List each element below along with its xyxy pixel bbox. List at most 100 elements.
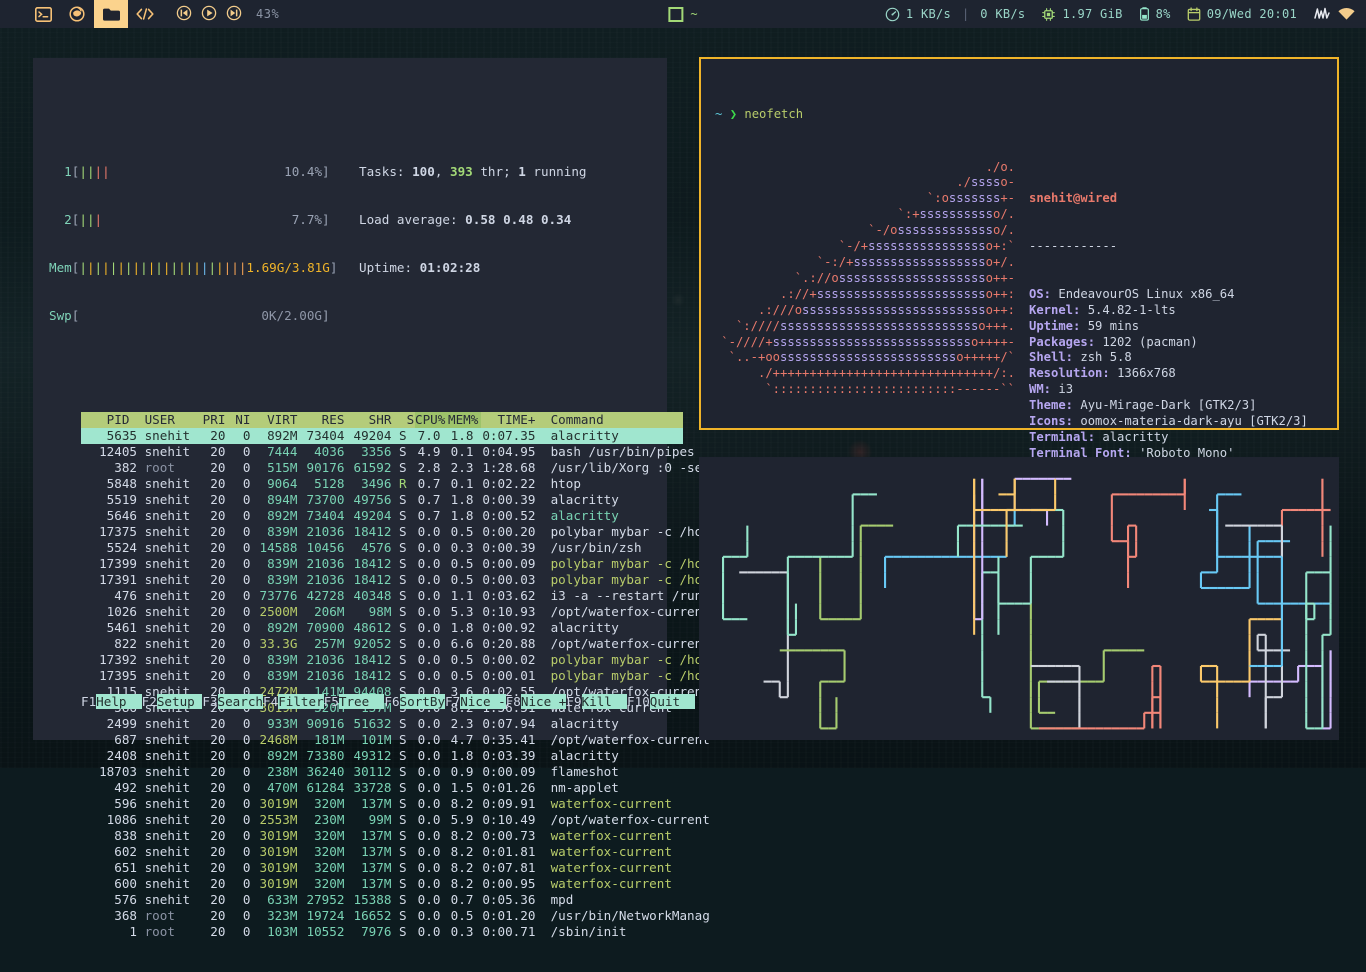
table-row[interactable]: 838 snehit 20 0 3019M 320M 137M S 0.0 8.2 … — [81, 828, 683, 844]
column-header-user[interactable]: USER — [137, 412, 200, 428]
cell-res: 27952 — [306, 892, 352, 907]
fkey-label-search[interactable]: Search — [217, 694, 264, 709]
fkey-number-f6: F6 — [384, 694, 400, 709]
cell-ni: 0 — [242, 748, 258, 763]
column-header-res[interactable]: RES — [305, 412, 352, 428]
neofetch-terminal-window[interactable]: ~ ❯ neofetch ./o. ./sssso- `:osssssss+- … — [699, 57, 1339, 619]
memory-module[interactable]: 1.97 GiB — [1041, 7, 1122, 22]
table-row[interactable]: 687 snehit 20 0 2468M 181M 101M S 0.0 4.7 … — [81, 732, 710, 748]
cell-virt: 839M — [267, 556, 305, 571]
table-row[interactable]: 822 snehit 20 0 33.3G 257M 92052 S 0.0 6.6… — [81, 636, 710, 652]
table-row[interactable]: 5519 snehit 20 0 894M 73700 49756 S 0.7 1.… — [81, 492, 683, 508]
battery-module[interactable]: 8% — [1139, 6, 1171, 22]
htop-function-keys[interactable]: F1Help F2Setup F3SearchF4FilterF5Tree F6… — [81, 693, 696, 710]
column-header-pid[interactable]: PID — [81, 412, 137, 428]
table-row[interactable]: 17395 snehit 20 0 839M 21036 18412 S 0.0 0… — [81, 668, 710, 684]
datetime-module[interactable]: 09/Wed 20:01 — [1187, 6, 1297, 22]
column-header-pri[interactable]: PRI — [200, 412, 233, 428]
fkey-label-filter[interactable]: Filter — [278, 694, 324, 709]
column-header-shr[interactable]: SHR — [352, 412, 399, 428]
table-row[interactable]: 17391 snehit 20 0 839M 21036 18412 S 0.0 0… — [81, 572, 710, 588]
terminal-launcher[interactable] — [26, 0, 60, 28]
table-row[interactable]: 17392 snehit 20 0 839M 21036 18412 S 0.0 0… — [81, 652, 710, 668]
cell-command: nm-applet — [543, 780, 619, 795]
cell-shr: 18412 — [353, 652, 399, 667]
table-row[interactable]: 576 snehit 20 0 633M 27952 15388 S 0.0 0.7… — [81, 892, 683, 908]
cell-pid: 5848 — [106, 476, 137, 491]
process-table-body[interactable]: 5635 snehit 20 0 892M 73404 49204 S 7.0 1.… — [81, 428, 710, 940]
column-header-virt[interactable]: VIRT — [258, 412, 305, 428]
uptime-stat: Uptime: 01:02:28 — [359, 260, 481, 275]
column-header-s[interactable]: S — [399, 412, 415, 428]
files-launcher[interactable] — [94, 0, 128, 28]
previous-track-button[interactable] — [176, 5, 192, 24]
table-row[interactable]: 5635 snehit 20 0 892M 73404 49204 S 7.0 1.… — [81, 428, 683, 444]
cell-ni: 0 — [242, 460, 258, 475]
table-row[interactable]: 368 root 20 0 323M 19724 16652 S 0.0 0.5 0… — [81, 908, 710, 924]
process-table[interactable]: PID USER PRI NI VIRT RES SHR S CPU% MEM% T… — [81, 412, 710, 940]
table-row[interactable]: 651 snehit 20 0 3019M 320M 137M S 0.0 8.2 … — [81, 860, 683, 876]
table-row[interactable]: 2408 snehit 20 0 892M 73380 49312 S 0.0 1.… — [81, 748, 683, 764]
cell-time: 0:00.39 — [482, 492, 543, 507]
process-table-header[interactable]: PID USER PRI NI VIRT RES SHR S CPU% MEM% T… — [81, 412, 683, 428]
table-row[interactable]: 12405 snehit 20 0 7444 4036 3356 S 4.9 0.1… — [81, 444, 695, 460]
cell-pid: 5646 — [106, 508, 137, 523]
column-header-cpu[interactable]: CPU% — [415, 412, 448, 428]
code-launcher[interactable] — [128, 0, 162, 28]
cell-mem: 8.2 — [450, 844, 481, 859]
table-row[interactable]: 596 snehit 20 0 3019M 320M 137M S 0.0 8.2 … — [81, 796, 683, 812]
table-row[interactable]: 600 snehit 20 0 3019M 320M 137M S 0.0 8.2 … — [81, 876, 683, 892]
table-row[interactable]: 5646 snehit 20 0 892M 73404 49204 S 0.7 1.… — [81, 508, 683, 524]
fkey-number-f1: F1 — [81, 694, 97, 709]
cell-res: 61284 — [306, 780, 352, 795]
column-header-mem[interactable]: MEM% — [448, 412, 481, 428]
column-header-command[interactable]: Command — [543, 412, 683, 428]
cell-mem: 0.5 — [450, 908, 481, 923]
cell-user: snehit — [137, 876, 191, 891]
cell-s: S — [399, 828, 407, 843]
cpu1-meter: 1[|||| 10.4%] — [49, 164, 330, 179]
cell-virt: 33.3G — [259, 636, 305, 651]
next-track-button[interactable] — [226, 5, 242, 24]
cell-ni: 0 — [242, 844, 258, 859]
cell-res: 320M — [314, 860, 352, 875]
table-row[interactable]: 5461 snehit 20 0 892M 70900 48612 S 0.0 1.… — [81, 620, 683, 636]
table-row[interactable]: 17399 snehit 20 0 839M 21036 18412 S 0.0 0… — [81, 556, 710, 572]
cell-pri: 20 — [210, 444, 233, 459]
table-row[interactable]: 18703 snehit 20 0 238M 36240 30112 S 0.0 0… — [81, 764, 683, 780]
table-row[interactable]: 1086 snehit 20 0 2553M 230M 99M S 0.0 5.9 … — [81, 812, 710, 828]
table-row[interactable]: 1 root 20 0 103M 10552 7976 S 0.0 0.3 0:00… — [81, 924, 683, 940]
fkey-label-help[interactable]: Help — [96, 694, 142, 709]
table-row[interactable]: 5848 snehit 20 0 9064 5128 3496 R 0.7 0.1 … — [81, 476, 683, 492]
fkey-label-nice[interactable]: Nice + — [520, 694, 567, 709]
column-header-time[interactable]: TIME+ — [481, 412, 543, 428]
table-row[interactable]: 382 root 20 0 515M 90176 61592 S 2.8 2.3 1… — [81, 460, 710, 476]
table-row[interactable]: 17375 snehit 20 0 839M 21036 18412 S 0.0 0… — [81, 524, 710, 540]
table-row[interactable]: 476 snehit 20 0 73776 42728 40348 S 0.0 1.… — [81, 588, 710, 604]
table-row[interactable]: 2499 snehit 20 0 933M 90916 51632 S 0.0 2.… — [81, 716, 683, 732]
table-row[interactable]: 5524 snehit 20 0 14588 10456 4576 S 0.0 0.… — [81, 540, 683, 556]
fkey-label-tree[interactable]: Tree — [338, 694, 385, 709]
cell-cpu: 0.0 — [417, 524, 448, 539]
workspace-indicator[interactable]: ~ — [668, 0, 698, 28]
audio-wave-icon[interactable] — [1313, 6, 1331, 22]
column-header-ni[interactable]: NI — [233, 412, 258, 428]
table-row[interactable]: 602 snehit 20 0 3019M 320M 137M S 0.0 8.2 … — [81, 844, 683, 860]
firefox-launcher[interactable] — [60, 0, 94, 28]
cell-user: root — [137, 924, 175, 939]
fkey-label-sortby[interactable]: SortBy — [399, 694, 446, 709]
fkey-label-quit[interactable]: Quit — [649, 694, 696, 709]
wifi-icon[interactable] — [1337, 7, 1356, 21]
table-row[interactable]: 1026 snehit 20 0 2500M 206M 98M S 0.0 5.3 … — [81, 604, 710, 620]
pipes-terminal-window[interactable] — [699, 457, 1339, 740]
cell-time: 0:00.01 — [482, 668, 543, 683]
systray[interactable] — [1313, 6, 1356, 22]
network-module[interactable]: 1 KB/s | 0 KB/s — [885, 7, 1026, 22]
fkey-label-kill[interactable]: Kill — [581, 694, 628, 709]
fkey-label-nice[interactable]: Nice - — [460, 694, 506, 709]
play-button[interactable] — [201, 5, 217, 24]
fkey-label-setup[interactable]: Setup — [156, 694, 203, 709]
htop-window[interactable]: 1[|||| 10.4%] 2[||| 7.7%] Mem[||||||||||… — [33, 58, 710, 939]
cell-virt: 14588 — [259, 540, 305, 555]
table-row[interactable]: 492 snehit 20 0 470M 61284 33728 S 0.0 1.5… — [81, 780, 683, 796]
